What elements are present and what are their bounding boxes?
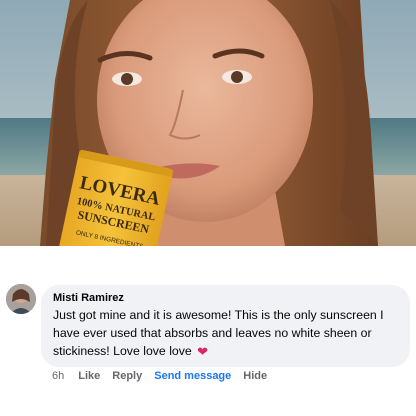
post-photo[interactable]: LOVERA 100% NATURAL SUNSCREEN ONLY 8 ING…: [0, 0, 416, 246]
hide-button[interactable]: Hide: [243, 370, 267, 382]
comment-bubble: Misti Ramirez Just got mine and it is aw…: [41, 285, 410, 367]
comment-timestamp[interactable]: 6h: [52, 370, 64, 382]
comment-text: Just got mine and it is awesome! This is…: [53, 308, 384, 358]
comment-body: Just got mine and it is awesome! This is…: [53, 306, 400, 360]
avatar[interactable]: [6, 284, 36, 314]
like-button[interactable]: Like: [78, 370, 100, 382]
comment-author[interactable]: Misti Ramirez: [53, 291, 400, 305]
comment-section: Misti Ramirez Just got mine and it is aw…: [0, 246, 416, 416]
comment-actions: 6h Like Reply Send message Hide: [52, 370, 279, 382]
heart-icon: ❤: [197, 344, 209, 359]
send-message-button[interactable]: Send message: [154, 370, 231, 382]
reply-button[interactable]: Reply: [112, 370, 142, 382]
